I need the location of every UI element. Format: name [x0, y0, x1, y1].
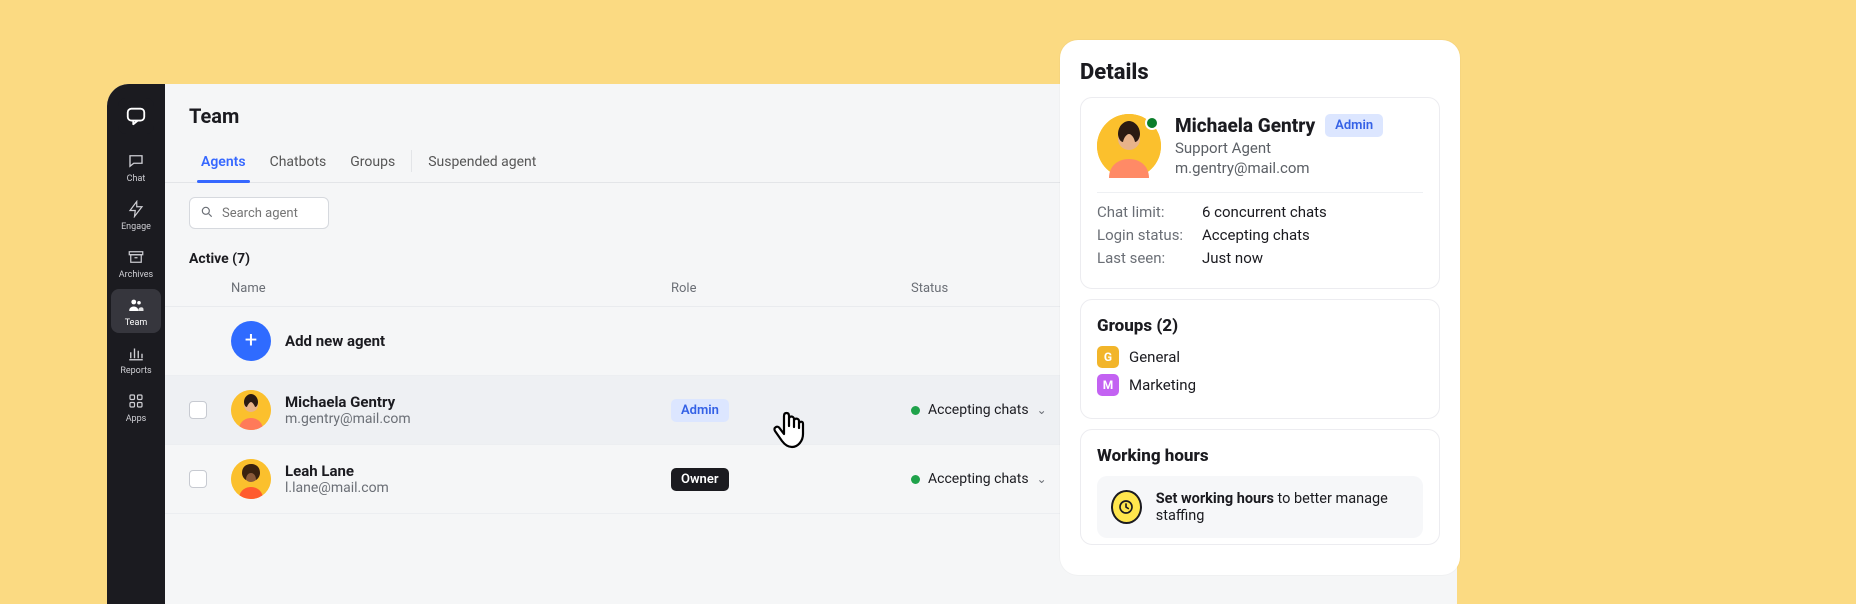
tab-divider [411, 150, 412, 172]
groups-card: Groups (2) G General M Marketing [1080, 299, 1440, 419]
profile-role-badge: Admin [1325, 114, 1383, 137]
col-role[interactable]: Role [671, 281, 911, 296]
group-item[interactable]: M Marketing [1097, 374, 1423, 396]
engage-icon [126, 199, 146, 219]
groups-title: Groups (2) [1097, 316, 1423, 336]
details-title: Details [1080, 60, 1440, 85]
chat-limit-label: Chat limit: [1097, 203, 1192, 221]
role-badge-admin: Admin [671, 399, 729, 422]
cursor-hand-icon [770, 410, 810, 452]
login-status-label: Login status: [1097, 226, 1192, 244]
app-logo [118, 98, 154, 134]
working-hours-banner[interactable]: Set working hours to better manage staff… [1097, 476, 1423, 538]
working-hours-text: Set working hours to better manage staff… [1156, 490, 1409, 524]
nav-reports[interactable]: Reports [111, 337, 161, 381]
working-hours-title: Working hours [1097, 446, 1423, 466]
profile-email: m.gentry@mail.com [1175, 159, 1423, 177]
status-text: Accepting chats [928, 402, 1029, 418]
status-text: Accepting chats [928, 471, 1029, 487]
tab-agents[interactable]: Agents [189, 140, 258, 182]
login-status-value: Accepting chats [1202, 226, 1310, 244]
nav-label: Engage [121, 222, 151, 232]
role-badge-owner: Owner [671, 468, 729, 491]
status-dot-icon [911, 475, 920, 484]
plus-icon: + [245, 330, 257, 352]
group-item[interactable]: G General [1097, 346, 1423, 368]
chevron-down-icon: ⌄ [1037, 403, 1047, 417]
group-chip-icon: G [1097, 346, 1119, 368]
col-name[interactable]: Name [231, 281, 671, 296]
row-checkbox[interactable] [189, 401, 207, 419]
divider [1097, 192, 1423, 193]
search-box[interactable] [189, 197, 329, 229]
add-agent-label: Add new agent [285, 332, 385, 350]
tab-suspended[interactable]: Suspended agent [416, 140, 548, 182]
tab-groups[interactable]: Groups [338, 140, 407, 182]
status-dot-icon [911, 406, 920, 415]
agent-name: Michaela Gentry [285, 393, 411, 411]
nav-label: Team [125, 318, 148, 328]
agent-name: Leah Lane [285, 462, 389, 480]
nav-engage[interactable]: Engage [111, 193, 161, 237]
profile-card: Michaela Gentry Admin Support Agent m.ge… [1080, 97, 1440, 289]
chat-icon [126, 151, 146, 171]
tab-chatbots[interactable]: Chatbots [258, 140, 339, 182]
working-hours-card: Working hours Set working hours to bette… [1080, 429, 1440, 545]
profile-subtitle: Support Agent [1175, 139, 1423, 157]
sidebar: Chat Engage Archives Team Reports Apps [107, 84, 165, 604]
nav-team[interactable]: Team [111, 289, 161, 333]
profile-name: Michaela Gentry [1175, 114, 1315, 137]
last-seen-label: Last seen: [1097, 249, 1192, 267]
group-name: Marketing [1129, 376, 1196, 394]
row-checkbox[interactable] [189, 470, 207, 488]
avatar [231, 459, 271, 499]
agent-email: l.lane@mail.com [285, 480, 389, 496]
nav-archives[interactable]: Archives [111, 241, 161, 285]
nav-label: Archives [119, 270, 153, 280]
presence-dot-icon [1145, 116, 1159, 130]
profile-avatar [1097, 114, 1161, 178]
details-panel: Details Michaela Gentry Admin Support Ag… [1060, 40, 1460, 575]
clock-icon [1111, 490, 1142, 524]
team-icon [126, 295, 146, 315]
nav-label: Chat [127, 174, 146, 184]
group-chip-icon: M [1097, 374, 1119, 396]
archives-icon [126, 247, 146, 267]
nav-apps[interactable]: Apps [111, 385, 161, 429]
add-avatar: + [231, 321, 271, 361]
reports-icon [126, 343, 146, 363]
search-icon [200, 204, 214, 223]
nav-label: Apps [126, 414, 147, 424]
last-seen-value: Just now [1202, 249, 1263, 267]
search-input[interactable] [222, 206, 388, 221]
nav-label: Reports [120, 366, 151, 376]
avatar [231, 390, 271, 430]
chevron-down-icon: ⌄ [1037, 472, 1047, 486]
chat-limit-value: 6 concurrent chats [1202, 203, 1327, 221]
group-name: General [1129, 348, 1180, 366]
agent-email: m.gentry@mail.com [285, 411, 411, 427]
apps-icon [126, 391, 146, 411]
nav-chat[interactable]: Chat [111, 145, 161, 189]
